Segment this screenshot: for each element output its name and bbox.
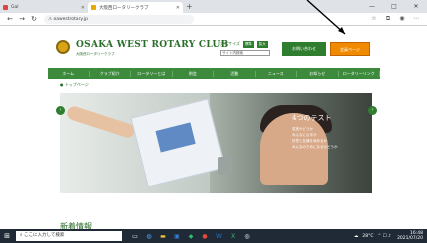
more-menu-icon[interactable]: ⋯ — [409, 15, 423, 23]
clock[interactable]: 16:48 2021/07/20 — [397, 231, 423, 241]
browser-tab-active[interactable]: 大阪西ロータリークラブ ✕ — [88, 2, 183, 13]
font-size-large-button[interactable]: 拡大 — [256, 41, 268, 48]
nav-item[interactable]: クラブ紹介 — [90, 70, 131, 77]
nav-item[interactable]: 例会 — [173, 70, 214, 77]
nav-item[interactable]: お知らせ — [297, 70, 339, 77]
address-bar: ← → ↻ ⚠ oawestrotary.jp ☆ ⧉ ◉ ⋯ — [0, 13, 427, 26]
font-size-controls: 文字サイズ 標準 拡大 サイト内検索 — [220, 40, 274, 56]
favorite-star-icon[interactable]: ☆ — [367, 15, 381, 23]
app-icon[interactable]: ● — [198, 233, 212, 240]
font-size-standard-button[interactable]: 標準 — [242, 41, 254, 48]
edge-icon[interactable]: ◍ — [142, 233, 156, 240]
url-text: oawestrotary.jp — [53, 16, 88, 22]
weather-icon[interactable]: ☁ — [354, 234, 359, 239]
minimize-button[interactable]: — — [361, 0, 383, 13]
new-tab-button[interactable]: + — [186, 2, 193, 11]
club-subtitle: 大阪西ロータリークラブ — [76, 52, 115, 56]
hero-title: 4つのテスト — [292, 114, 332, 122]
clock-date: 2021/07/20 — [397, 236, 423, 241]
site-search-input[interactable]: サイト内検索 — [220, 50, 270, 56]
close-tab-icon[interactable]: ✕ — [81, 5, 85, 11]
collections-icon[interactable]: ⧉ — [381, 15, 395, 23]
hero-slider[interactable]: 4つのテスト 真実かどうか みんなに公平か 好意と友情を深めるか みんなのために… — [60, 93, 372, 193]
contact-button[interactable]: お問い合わせ — [282, 42, 326, 56]
nav-item[interactable]: ロータリーとは — [131, 70, 173, 77]
nav-item[interactable]: 活動 — [214, 70, 256, 77]
nav-item[interactable]: ホーム — [48, 70, 90, 77]
browser-tab-bar: Gal ✕ 大阪西ロータリークラブ ✕ + — □ ✕ — [0, 0, 427, 13]
profile-icon[interactable]: ◉ — [395, 15, 409, 23]
store-icon[interactable]: ▣ — [170, 233, 184, 240]
forward-icon[interactable]: → — [16, 15, 28, 23]
taskbar-search[interactable]: ⌕ ここに入力して検索 — [16, 231, 122, 241]
tab-label: 大阪西ロータリークラブ — [99, 5, 149, 11]
browser-tab[interactable]: Gal ✕ — [0, 2, 88, 13]
browser-toolbar: ☆ ⧉ ◉ ⋯ — [367, 15, 423, 23]
club-name[interactable]: OSAKA WEST ROTARY CLUB — [76, 40, 229, 50]
windows-taskbar: ⊞ ⌕ ここに入力して検索 ▭ ◍ ▬ ▣ ◆ ● W X ◎ ☁ 28°C ⌃… — [0, 229, 427, 243]
member-page-button[interactable]: 会員ページ — [330, 42, 370, 56]
home-icon: ● — [60, 82, 64, 87]
folder-icon[interactable]: ▬ — [156, 233, 170, 240]
slider-next-button[interactable]: › — [368, 106, 377, 115]
maximize-button[interactable]: □ — [383, 0, 405, 13]
system-tray: ☁ 28°C ⌃ ☐ ♪ 16:48 2021/07/20 — [350, 231, 427, 241]
webpage: OSAKA WEST ROTARY CLUB 大阪西ロータリークラブ 文字サイズ… — [0, 26, 427, 231]
hero-line: みんなのためになるかどうか — [292, 145, 338, 149]
start-icon[interactable]: ⊞ — [0, 232, 14, 240]
window-controls: — □ ✕ — [361, 0, 427, 13]
word-icon[interactable]: W — [212, 233, 226, 240]
hero-photo-cup — [218, 157, 232, 175]
weather-temp[interactable]: 28°C — [362, 234, 373, 239]
rotary-favicon-icon — [91, 5, 96, 10]
nav-item[interactable]: ロータリーリンク — [339, 70, 380, 77]
close-tab-icon[interactable]: ✕ — [176, 5, 180, 11]
nav-item[interactable]: ニュース — [256, 70, 297, 77]
close-window-button[interactable]: ✕ — [405, 0, 427, 13]
taskbar-search-text: ここに入力して検索 — [23, 233, 65, 238]
main-nav: ホーム クラブ紹介 ロータリーとは 例会 活動 ニュース お知らせ ロータリーリ… — [48, 68, 380, 79]
tab-label: Gal — [11, 5, 19, 10]
back-icon[interactable]: ← — [4, 15, 16, 23]
rotary-logo[interactable] — [56, 40, 70, 54]
breadcrumb-link[interactable]: トップページ — [65, 82, 89, 87]
mail-icon — [3, 5, 8, 10]
excel-icon[interactable]: X — [226, 233, 240, 240]
task-view-icon[interactable]: ▭ — [128, 233, 142, 240]
tray-icons[interactable]: ⌃ ☐ ♪ — [378, 234, 392, 239]
font-size-label: 文字サイズ — [220, 41, 240, 46]
refresh-icon[interactable]: ↻ — [28, 15, 40, 23]
hero-body: 真実かどうか みんなに公平か 好意と友情を深めるか みんなのためになるかどうか — [292, 126, 362, 150]
breadcrumb: ● トップページ — [60, 82, 89, 88]
slider-prev-button[interactable]: ‹ — [56, 106, 65, 115]
hero-caption: 4つのテスト 真実かどうか みんなに公平か 好意と友情を深めるか みんなのために… — [292, 113, 362, 150]
url-field[interactable]: ⚠ oawestrotary.jp — [44, 14, 194, 24]
taskbar-apps: ▭ ◍ ▬ ▣ ◆ ● W X ◎ — [128, 233, 254, 240]
app-icon[interactable]: ◎ — [240, 233, 254, 240]
app-icon[interactable]: ◆ — [184, 233, 198, 240]
